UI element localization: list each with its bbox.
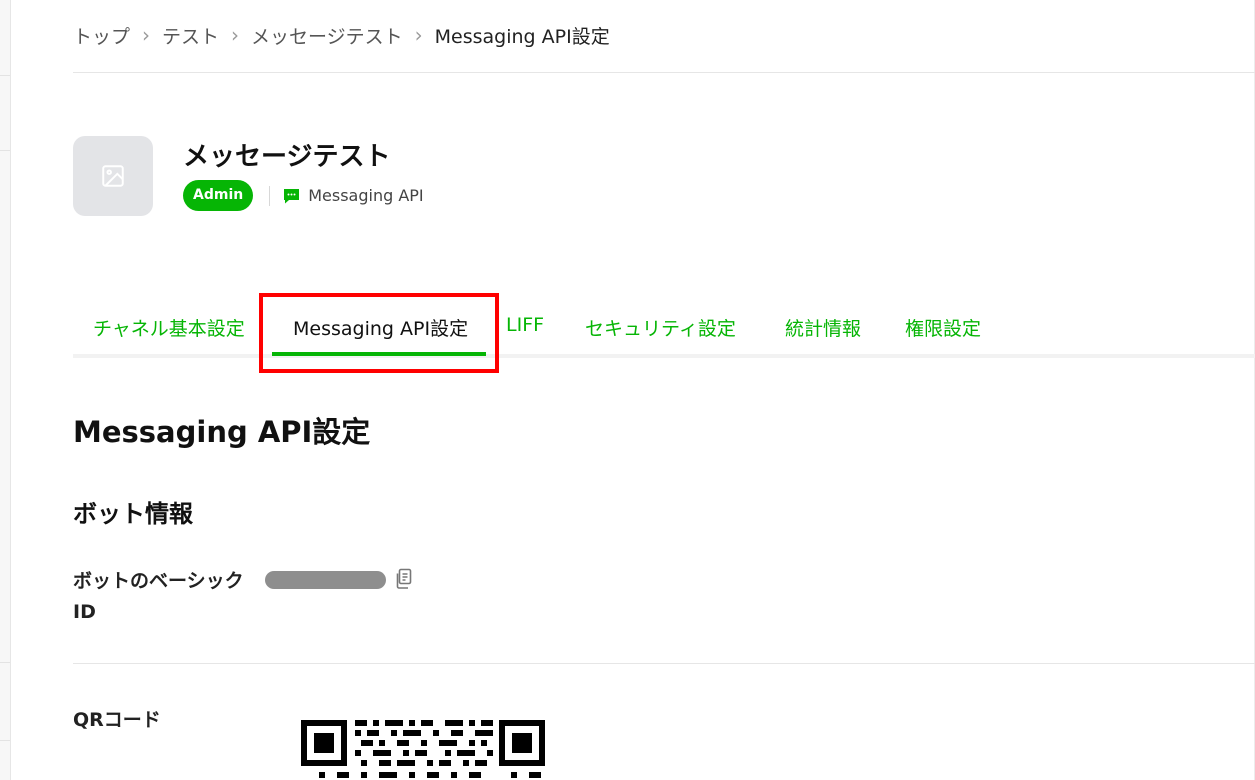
channel-name: メッセージテスト (183, 142, 391, 172)
channel-meta: Admin Messaging API (183, 180, 424, 211)
breadcrumb-top[interactable]: トップ (73, 22, 130, 49)
active-tab-indicator (272, 352, 486, 356)
breadcrumb-test[interactable]: テスト (162, 22, 219, 49)
meta-divider (269, 185, 271, 206)
breadcrumb-current: Messaging API設定 (434, 25, 610, 48)
rail-divider (0, 740, 10, 741)
qr-code-image (299, 718, 547, 780)
bot-basic-id-value-redacted (265, 571, 386, 589)
rail-divider (0, 150, 10, 151)
breadcrumb-separator: › (142, 23, 151, 47)
breadcrumb-channel[interactable]: メッセージテスト (251, 22, 403, 49)
tab-security[interactable]: セキュリティ設定 (585, 314, 736, 341)
copy-icon[interactable] (394, 568, 414, 590)
breadcrumb: トップ › テスト › メッセージテスト › Messaging API設定 (73, 20, 610, 50)
bot-basic-id-label: ボットのベーシックID (73, 570, 244, 623)
tab-statistics[interactable]: 統計情報 (785, 314, 861, 341)
section-title-bot-info: ボット情報 (73, 500, 193, 528)
breadcrumb-separator: › (231, 23, 240, 47)
left-rail (0, 0, 11, 780)
tab-messaging-api[interactable]: Messaging API設定 (293, 314, 468, 341)
page-title: Messaging API設定 (73, 415, 371, 449)
tab-permissions[interactable]: 権限設定 (905, 314, 981, 341)
channel-type-label: Messaging API (308, 186, 424, 205)
row-divider (73, 663, 1255, 664)
chat-bubble-icon (283, 188, 300, 204)
tab-channel-basic[interactable]: チャネル基本設定 (93, 314, 245, 341)
rail-divider (0, 75, 10, 76)
channel-thumbnail (73, 136, 153, 216)
role-badge: Admin (183, 180, 254, 211)
image-placeholder-icon (102, 165, 124, 187)
rail-divider (0, 662, 10, 663)
qr-code-label: QRコード (73, 709, 161, 731)
breadcrumb-divider (73, 72, 1255, 73)
tab-bar: チャネル基本設定 Messaging API設定 LIFF セキュリティ設定 統… (73, 293, 1255, 373)
tab-liff[interactable]: LIFF (506, 314, 544, 336)
breadcrumb-separator: › (414, 23, 423, 47)
